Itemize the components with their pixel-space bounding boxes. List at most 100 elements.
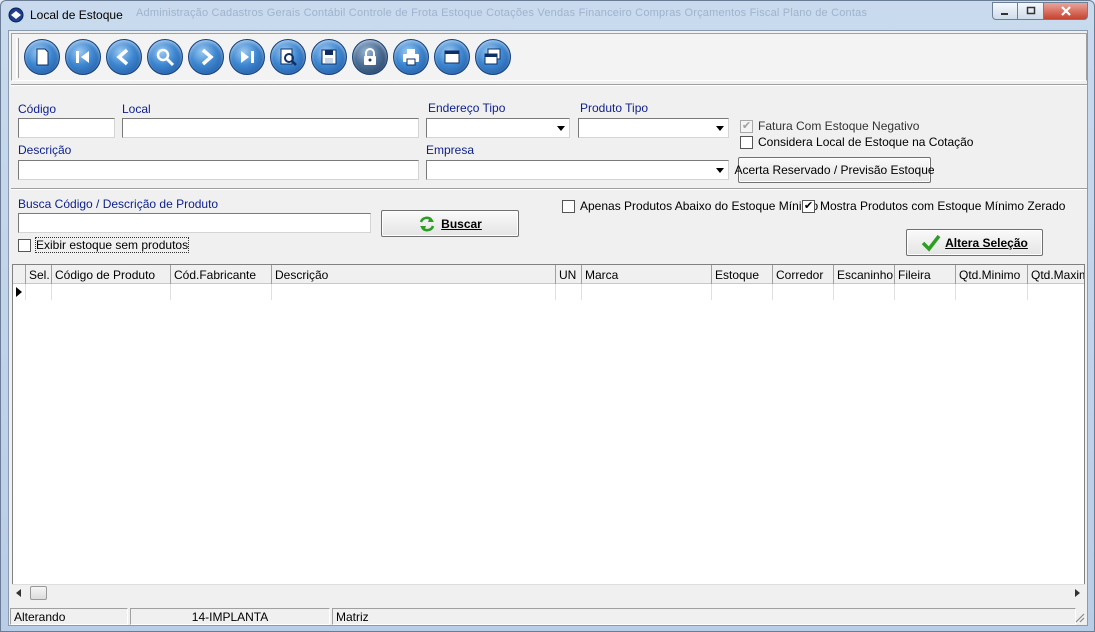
produto-tipo-select[interactable] xyxy=(578,118,729,138)
products-grid[interactable]: Sel. Código de Produto Cód.Fabricante De… xyxy=(12,264,1085,601)
print-button[interactable] xyxy=(393,39,429,75)
status-mode: Alterando xyxy=(10,608,128,625)
column-header-fabricante[interactable]: Cód.Fabricante xyxy=(171,265,272,284)
altera-selecao-button[interactable]: Altera Seleção xyxy=(906,229,1043,256)
grid-cell[interactable] xyxy=(171,284,272,300)
toolbar-grip[interactable] xyxy=(16,38,19,78)
endereco-tipo-label: Endereço Tipo xyxy=(428,101,506,115)
descricao-label: Descrição xyxy=(18,143,72,157)
codigo-label: Código xyxy=(18,102,57,116)
column-header-qtd-maximo[interactable]: Qtd.Maximo xyxy=(1028,265,1084,284)
close-button[interactable] xyxy=(1044,2,1088,20)
new-document-icon xyxy=(36,48,49,66)
save-icon xyxy=(321,49,337,65)
grid-cell[interactable] xyxy=(582,284,712,300)
status-branch: Matriz xyxy=(332,608,1076,625)
busca-input[interactable] xyxy=(18,213,371,233)
previous-record-button[interactable] xyxy=(106,39,142,75)
horizontal-scrollbar[interactable] xyxy=(12,584,1085,601)
first-record-button[interactable] xyxy=(65,39,101,75)
previous-record-icon xyxy=(116,48,129,66)
window-title: Local de Estoque xyxy=(30,8,123,22)
window-button[interactable] xyxy=(434,39,470,75)
main-window: Local de Estoque Administração Cadastros… xyxy=(0,0,1095,632)
column-header-estoque[interactable]: Estoque xyxy=(712,265,773,284)
empresa-select[interactable] xyxy=(426,160,729,180)
fatura-negativo-label: Fatura Com Estoque Negativo xyxy=(758,119,920,133)
considera-cotacao-label: Considera Local de Estoque na Cotação xyxy=(758,135,974,149)
copy-window-button[interactable] xyxy=(475,39,511,75)
grid-cell[interactable] xyxy=(712,284,773,300)
window-icon xyxy=(444,50,460,64)
grid-cell[interactable] xyxy=(956,284,1028,300)
minimize-button[interactable] xyxy=(992,2,1018,20)
grid-cell[interactable] xyxy=(773,284,834,300)
title-bar[interactable]: Local de Estoque Administração Cadastros… xyxy=(1,1,1094,29)
minimize-icon xyxy=(1001,13,1008,15)
maximize-icon xyxy=(1026,6,1035,15)
background-menu-text: Administração Cadastros Gerais Contábil … xyxy=(136,7,868,19)
fatura-negativo-checkbox[interactable]: ✔ Fatura Com Estoque Negativo xyxy=(740,119,919,133)
copy-window-icon xyxy=(484,48,501,65)
produto-tipo-label: Produto Tipo xyxy=(580,101,649,115)
mostra-zerado-label: Mostra Produtos com Estoque Mínimo Zerad… xyxy=(820,199,1066,213)
buscar-label: Buscar xyxy=(441,216,482,231)
local-label: Local xyxy=(122,102,151,116)
save-button[interactable] xyxy=(311,39,347,75)
scrollbar-thumb[interactable] xyxy=(30,586,47,600)
considera-cotacao-checkbox[interactable]: Considera Local de Estoque na Cotação xyxy=(740,135,973,149)
exibir-sem-produtos-label: Exibir estoque sem produtos xyxy=(34,237,190,253)
last-record-button[interactable] xyxy=(229,39,265,75)
column-header-fileira[interactable]: Fileira xyxy=(895,265,956,284)
form-separator xyxy=(11,188,1087,190)
resize-grip-icon[interactable] xyxy=(1073,611,1085,623)
endereco-tipo-select[interactable] xyxy=(426,118,570,138)
checkbox-empty-icon xyxy=(562,199,575,213)
refresh-icon xyxy=(419,216,435,231)
grid-header: Sel. Código de Produto Cód.Fabricante De… xyxy=(13,265,1084,284)
grid-cell[interactable] xyxy=(556,284,582,300)
new-button[interactable] xyxy=(24,39,60,75)
close-icon xyxy=(1060,6,1071,16)
checkbox-empty-icon xyxy=(18,238,31,252)
descricao-input[interactable] xyxy=(18,160,419,180)
column-header-marca[interactable]: Marca xyxy=(582,265,712,284)
next-record-button[interactable] xyxy=(188,39,224,75)
busca-label: Busca Código / Descrição de Produto xyxy=(18,197,219,211)
codigo-input[interactable] xyxy=(18,118,115,138)
column-header-descricao[interactable]: Descrição xyxy=(272,265,556,284)
column-header-escaninho[interactable]: Escaninho xyxy=(834,265,895,284)
toolbar-separator xyxy=(11,84,1087,86)
scroll-right-icon xyxy=(1075,589,1080,597)
row-indicator-icon xyxy=(16,287,22,297)
exibir-sem-produtos-checkbox[interactable]: Exibir estoque sem produtos xyxy=(18,237,190,253)
maximize-button[interactable] xyxy=(1018,2,1044,20)
find-icon xyxy=(280,48,297,66)
altera-selecao-label: Altera Seleção xyxy=(945,235,1028,250)
column-header-indicator xyxy=(13,265,26,284)
column-header-corredor[interactable]: Corredor xyxy=(773,265,834,284)
acerta-reservado-button[interactable]: Acerta Reservado / Previsão Estoque xyxy=(734,157,935,183)
mostra-zerado-checkbox[interactable]: ✔ Mostra Produtos com Estoque Mínimo Zer… xyxy=(802,199,1065,213)
grid-cell[interactable] xyxy=(52,284,171,300)
apenas-abaixo-checkbox[interactable]: Apenas Produtos Abaixo do Estoque Mínimo xyxy=(562,199,818,213)
grid-cell[interactable] xyxy=(26,284,52,300)
search-button[interactable] xyxy=(147,39,183,75)
lock-icon xyxy=(364,48,376,65)
local-input[interactable] xyxy=(122,118,419,138)
column-header-un[interactable]: UN xyxy=(556,265,582,284)
checkbox-empty-icon xyxy=(740,135,753,149)
toolbar xyxy=(11,33,1087,81)
grid-cell[interactable] xyxy=(272,284,556,300)
client-area: Código Local Endereço Tipo Produto Tipo … xyxy=(8,30,1088,626)
lock-button[interactable] xyxy=(352,39,388,75)
grid-cell[interactable] xyxy=(895,284,956,300)
column-header-qtd-minimo[interactable]: Qtd.Minimo xyxy=(956,265,1028,284)
buscar-button[interactable]: Buscar xyxy=(381,210,519,237)
column-header-sel[interactable]: Sel. xyxy=(26,265,52,284)
print-icon xyxy=(403,49,419,66)
app-icon xyxy=(8,7,24,23)
grid-cell[interactable] xyxy=(834,284,895,300)
column-header-codigo[interactable]: Código de Produto xyxy=(52,265,171,284)
find-button[interactable] xyxy=(270,39,306,75)
